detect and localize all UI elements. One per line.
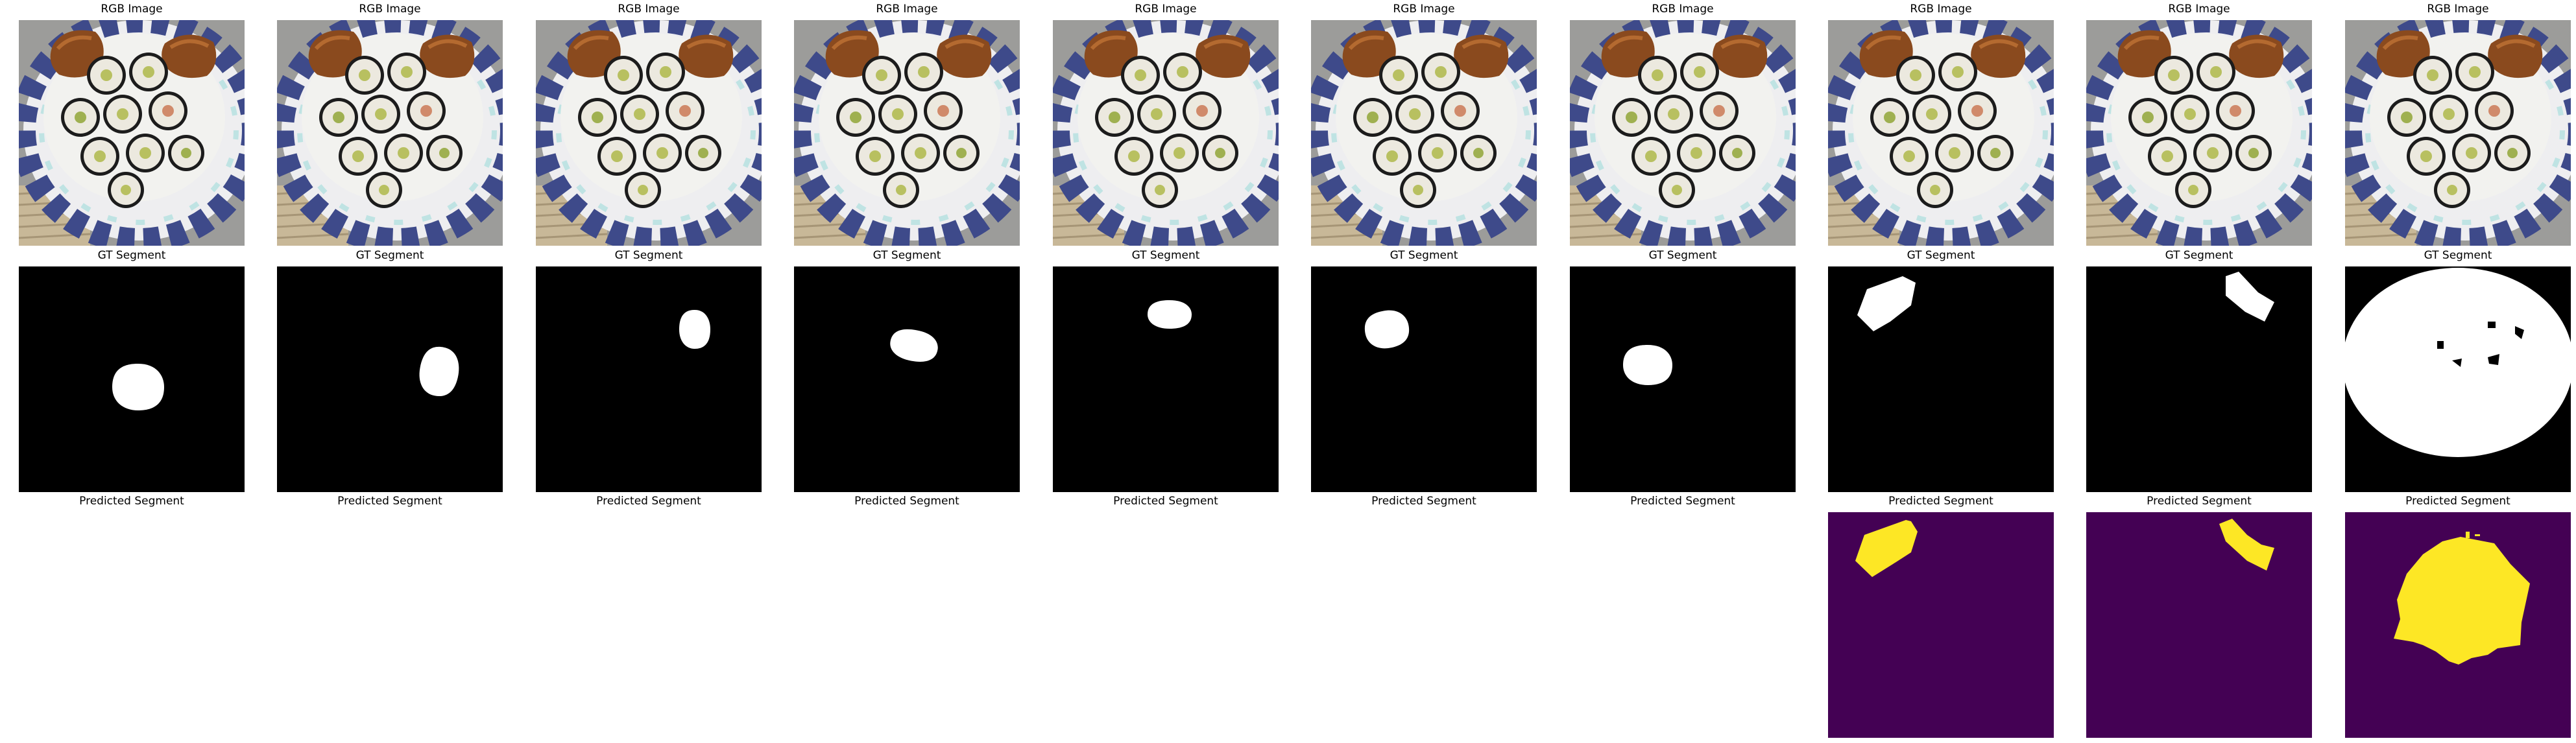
predicted-segment-title-1: Predicted Segment [79, 495, 184, 508]
gt-segment-title-5: GT Segment [1131, 249, 1200, 262]
gt-segment-mask-2 [277, 266, 503, 492]
rgb-image-4 [794, 20, 1020, 246]
gt-segment-title-1: GT Segment [97, 249, 166, 262]
gt-segment-mask-3 [536, 266, 762, 492]
predicted-segment-title-9: Predicted Segment [2147, 495, 2252, 508]
rgb-image-6 [1311, 20, 1537, 246]
rgb-image-title-5: RGB Image [1135, 3, 1197, 16]
rgb-image-title-9: RGB Image [2168, 3, 2230, 16]
rgb-image-5 [1053, 20, 1279, 246]
rgb-image-title-10: RGB Image [2427, 3, 2489, 16]
predicted-segment-title-5: Predicted Segment [1113, 495, 1218, 508]
rgb-image-title-1: RGB Image [101, 3, 163, 16]
gt-segment-title-6: GT Segment [1390, 249, 1458, 262]
rgb-image-1 [19, 20, 245, 246]
gt-segment-title-7: GT Segment [1648, 249, 1717, 262]
gt-segment-title-2: GT Segment [355, 249, 424, 262]
predicted-segment-mask-8 [1828, 512, 2054, 738]
rgb-image-title-4: RGB Image [876, 3, 938, 16]
predicted-segment-title-8: Predicted Segment [1888, 495, 1993, 508]
gt-segment-title-4: GT Segment [873, 249, 941, 262]
gt-segment-mask-10 [2345, 266, 2571, 492]
gt-segment-title-8: GT Segment [1907, 249, 1975, 262]
rgb-image-title-6: RGB Image [1393, 3, 1455, 16]
gt-segment-mask-4 [794, 266, 1020, 492]
gt-segment-mask-6 [1311, 266, 1537, 492]
rgb-image-title-8: RGB Image [1910, 3, 1972, 16]
predicted-segment-title-2: Predicted Segment [337, 495, 442, 508]
predicted-segment-title-10: Predicted Segment [2405, 495, 2510, 508]
gt-segment-title-10: GT Segment [2424, 249, 2492, 262]
predicted-segment-mask-9 [2086, 512, 2312, 738]
gt-segment-mask-1 [19, 266, 245, 492]
gt-segment-mask-8 [1828, 266, 2054, 492]
rgb-image-9 [2086, 20, 2312, 246]
predicted-segment-title-4: Predicted Segment [854, 495, 959, 508]
predicted-segment-title-6: Predicted Segment [1371, 495, 1476, 508]
gt-segment-mask-7 [1570, 266, 1796, 492]
gt-segment-title-9: GT Segment [2165, 249, 2233, 262]
predicted-segment-title-3: Predicted Segment [596, 495, 701, 508]
predicted-segment-mask-10 [2345, 512, 2571, 738]
rgb-image-title-7: RGB Image [1652, 3, 1714, 16]
gt-segment-mask-5 [1053, 266, 1279, 492]
rgb-image-2 [277, 20, 503, 246]
rgb-image-7 [1570, 20, 1796, 246]
gt-segment-mask-9 [2086, 266, 2312, 492]
rgb-image-8 [1828, 20, 2054, 246]
predicted-segment-title-7: Predicted Segment [1630, 495, 1735, 508]
rgb-image-title-2: RGB Image [359, 3, 421, 16]
rgb-image-title-3: RGB Image [618, 3, 680, 16]
figure-canvas: { "figure": { "columns": 10, "row_titles… [0, 0, 2576, 743]
gt-segment-title-3: GT Segment [614, 249, 683, 262]
rgb-image-10 [2345, 20, 2571, 246]
rgb-image-3 [536, 20, 762, 246]
